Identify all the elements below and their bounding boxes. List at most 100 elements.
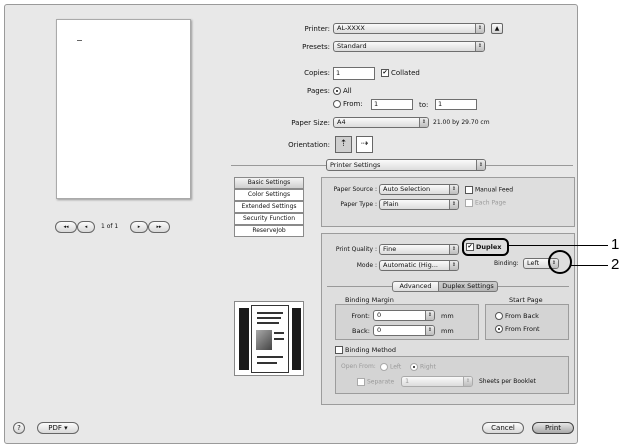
landscape-orientation-button[interactable]: ⇢ (356, 136, 373, 153)
presets-select[interactable]: Standard ⇕ (333, 41, 485, 52)
sheets-per-booklet-stepper[interactable]: 1 ⇕ (401, 376, 473, 387)
callout-line-1 (507, 245, 608, 246)
start-page-box (485, 304, 569, 340)
radio-selected-icon (333, 87, 341, 95)
sidebar-item-extended-settings[interactable]: Extended Settings (234, 201, 304, 213)
open-from-label: Open From: (341, 363, 376, 370)
up-down-arrow-icon: ⇕ (425, 311, 434, 320)
pdf-menu-button[interactable]: PDF ▾ (37, 422, 79, 434)
callout-line-2 (571, 265, 608, 266)
separate-label: Separate (367, 378, 395, 386)
up-down-arrow-icon: ⇕ (476, 160, 485, 170)
checkbox-icon (465, 186, 473, 194)
up-down-arrow-icon: ⇕ (425, 326, 434, 335)
paper-size-label: Paper Size: (291, 119, 330, 127)
portrait-icon: ⇡ (339, 139, 348, 149)
printer-value: AL-XXXX (337, 24, 365, 32)
tab-duplex-settings[interactable]: Duplex Settings (438, 281, 498, 292)
printer-select[interactable]: AL-XXXX ⇕ (333, 23, 485, 34)
copies-label: Copies: (304, 69, 330, 77)
preview-back-sheet (239, 308, 249, 370)
sidebar-item-security-function[interactable]: Security Function (234, 213, 304, 225)
paper-source-label: Paper Source : (333, 186, 377, 193)
disclosure-triangle-icon[interactable]: ▲ (491, 23, 503, 34)
tab-advanced[interactable]: Advanced (392, 281, 439, 292)
pages-all-radio[interactable]: All (333, 87, 352, 95)
print-button[interactable]: Print (532, 422, 574, 434)
manual-feed-label: Manual Feed (475, 186, 514, 194)
callout-2: 2 (611, 256, 620, 273)
help-button[interactable]: ? (13, 422, 25, 434)
sheets-per-booklet-label: Sheets per Booklet (479, 378, 536, 385)
section-select[interactable]: Printer Settings ⇕ (326, 159, 486, 171)
mode-select[interactable]: Automatic (Hig... ⇕ (379, 260, 459, 271)
presets-value: Standard (337, 42, 367, 50)
paper-type-value: Plain (383, 200, 399, 208)
up-down-arrow-icon: ⇕ (419, 118, 428, 127)
duplex-checkbox[interactable]: ✔ Duplex (466, 243, 502, 251)
manual-feed-checkbox[interactable]: Manual Feed (465, 186, 513, 194)
pages-from-label: From: (343, 100, 363, 108)
binding-value: Left (527, 259, 540, 267)
back-margin-stepper[interactable]: 0 ⇕ (373, 325, 435, 336)
each-page-label: Each Page (475, 199, 507, 207)
tab-advanced-label: Advanced (399, 282, 432, 290)
preview-back-sheet (292, 308, 301, 370)
sidebar-item-reservejob[interactable]: ReserveJob (234, 225, 304, 237)
pages-from-radio[interactable]: From: (333, 100, 363, 108)
mode-value: Automatic (Hig... (383, 261, 438, 269)
binding-method-label: Binding Method (345, 346, 397, 354)
printer-label: Printer: (304, 25, 330, 33)
front-margin-stepper[interactable]: 0 ⇕ (373, 310, 435, 321)
open-from-left-radio[interactable]: Left (380, 363, 401, 371)
open-from-right-radio[interactable]: Right (410, 363, 436, 371)
pages-to-input[interactable]: 1 (435, 99, 477, 110)
front-margin-value: 0 (377, 311, 382, 319)
back-margin-value: 0 (377, 326, 382, 334)
up-down-arrow-icon: ⇕ (449, 245, 458, 254)
pages-label: Pages: (307, 87, 330, 95)
paper-type-select[interactable]: Plain ⇕ (379, 199, 459, 210)
from-back-radio[interactable]: From Back (495, 312, 539, 320)
print-quality-select[interactable]: Fine ⇕ (379, 244, 459, 255)
sidebar-item-color-settings[interactable]: Color Settings (234, 189, 304, 201)
back-margin-label: Back: (352, 327, 370, 335)
separate-checkbox[interactable]: Separate (357, 378, 394, 386)
up-down-arrow-icon: ⇕ (449, 185, 458, 194)
pages-from-input[interactable]: 1 (371, 99, 413, 110)
last-page-button[interactable]: ▸▸ (148, 221, 170, 233)
next-page-button[interactable]: ▸ (130, 221, 148, 233)
preview-page (56, 19, 191, 199)
binding-label: Binding: (494, 260, 519, 267)
start-page-title: Start Page (509, 296, 543, 304)
landscape-icon: ⇢ (360, 139, 369, 149)
cancel-button[interactable]: Cancel (482, 422, 524, 434)
mode-label: Mode : (356, 262, 377, 269)
up-down-arrow-icon: ⇕ (463, 377, 472, 386)
each-page-checkbox[interactable]: Each Page (465, 199, 506, 207)
checkmark-icon: ✔ (381, 69, 389, 77)
preview-text-line (257, 356, 283, 358)
front-margin-label: Front: (351, 312, 370, 320)
pages-to-label: to: (419, 101, 429, 109)
copies-input[interactable]: 1 (333, 67, 375, 80)
portrait-orientation-button[interactable]: ⇡ (335, 136, 352, 153)
radio-selected-icon (495, 325, 503, 333)
paper-size-select[interactable]: A4 ⇕ (333, 117, 429, 128)
preview-text-line (257, 362, 277, 364)
collated-checkbox[interactable]: ✔ Collated (381, 69, 420, 77)
radio-icon (380, 363, 388, 371)
from-front-label: From Front (505, 325, 540, 333)
paper-source-select[interactable]: Auto Selection ⇕ (379, 184, 459, 195)
preview-text-line (257, 322, 279, 324)
first-page-button[interactable]: ◂◂ (55, 221, 77, 233)
preview-text-line (257, 317, 281, 319)
preview-text-line (274, 338, 284, 340)
sidebar-item-basic-settings[interactable]: Basic Settings (234, 177, 304, 189)
prev-page-button[interactable]: ◂ (77, 221, 95, 233)
from-front-radio[interactable]: From Front (495, 325, 540, 333)
binding-method-checkbox[interactable]: Binding Method (335, 346, 396, 354)
tab-duplex-settings-label: Duplex Settings (442, 282, 494, 290)
checkbox-icon (357, 378, 365, 386)
checkbox-icon (335, 346, 343, 354)
